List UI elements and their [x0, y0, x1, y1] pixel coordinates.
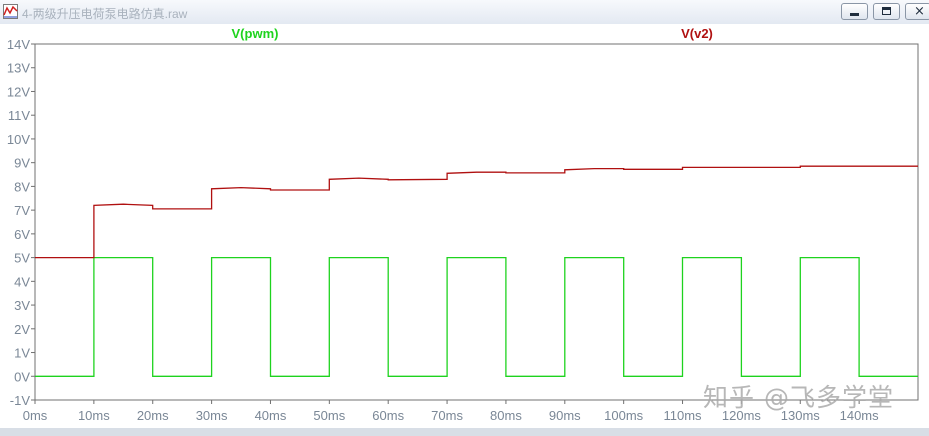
y-tick-label: 12V: [7, 84, 30, 99]
watermark-text: 知乎 @飞多学堂: [703, 383, 894, 412]
window-titlebar: 4-两级升压电荷泵电路仿真.raw ×: [0, 0, 929, 25]
close-icon: ×: [914, 4, 925, 19]
y-tick-label: 2V: [14, 322, 30, 337]
y-tick-label: 10V: [7, 132, 30, 147]
x-tick-label: 100ms: [604, 408, 644, 423]
y-tick-label: 14V: [7, 37, 30, 52]
x-tick-label: 80ms: [490, 408, 522, 423]
y-tick-label: 3V: [14, 298, 30, 313]
y-tick-label: 7V: [14, 203, 30, 218]
x-tick-label: 20ms: [137, 408, 169, 423]
y-tick-label: 0V: [14, 369, 30, 384]
x-tick-label: 30ms: [196, 408, 228, 423]
y-tick-label: 1V: [14, 346, 30, 361]
waveform-plot[interactable]: 14V 13V 12V 11V 10V 9V 8V 7V 6V 5V 4V 3V 2V 1V 0V -1V 0…: [0, 24, 929, 428]
x-tick-label: 70ms: [431, 408, 463, 423]
status-bar: [0, 428, 929, 436]
x-tick-label: 10ms: [78, 408, 110, 423]
x-tick-label: 40ms: [255, 408, 287, 423]
x-tick-label: 0ms: [23, 408, 48, 423]
y-tick-label: 13V: [7, 61, 30, 76]
minimize-icon: [850, 13, 859, 16]
x-tick-label: 90ms: [549, 408, 581, 423]
restore-button[interactable]: [873, 3, 900, 20]
legend-v-v2[interactable]: V(v2): [681, 26, 713, 41]
x-tick-label: 50ms: [313, 408, 345, 423]
y-tick-label: 8V: [14, 179, 30, 194]
x-tick-label: 60ms: [372, 408, 404, 423]
y-tick-label: 9V: [14, 156, 30, 171]
y-tick-label: 6V: [14, 227, 30, 242]
minimize-button[interactable]: [841, 3, 868, 20]
close-button[interactable]: ×: [905, 3, 929, 20]
x-tick-label: 110ms: [664, 408, 703, 423]
y-tick-label: 11V: [8, 108, 30, 123]
plot-background: [0, 24, 929, 428]
y-tick-label: 5V: [14, 251, 30, 266]
waveform-app-icon: [3, 4, 18, 19]
window-title: 4-两级升压电荷泵电路仿真.raw: [22, 7, 188, 21]
y-tick-label: -1V: [10, 393, 31, 408]
restore-icon: [882, 7, 891, 15]
legend-v-pwm[interactable]: V(pwm): [232, 26, 279, 41]
y-tick-label: 4V: [14, 274, 30, 289]
